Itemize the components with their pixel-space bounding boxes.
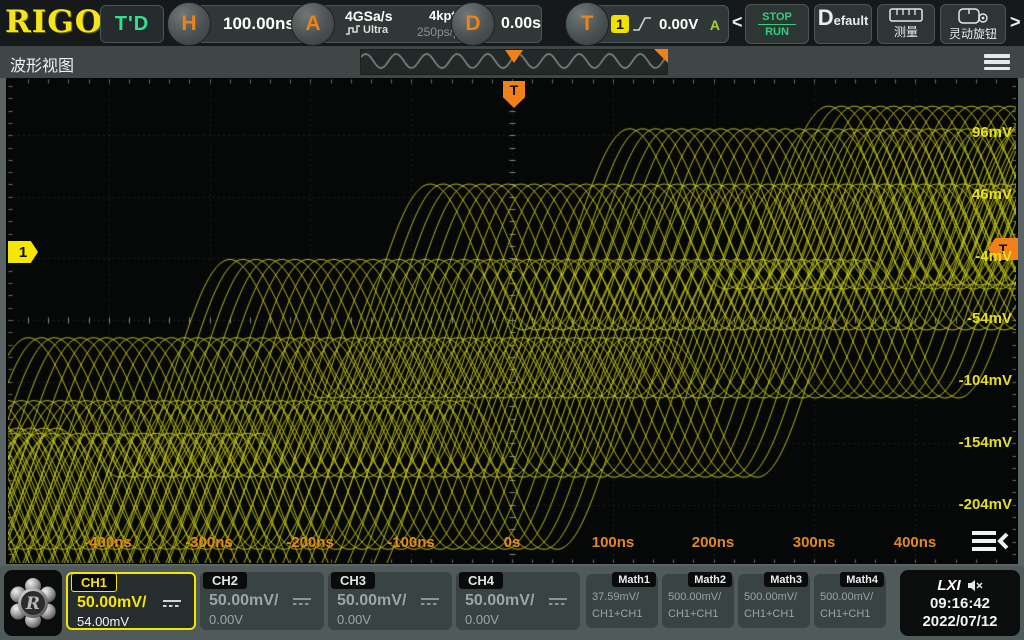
collapse-left-chevron[interactable]: < xyxy=(732,12,743,33)
v-label: -154mV xyxy=(959,434,1012,451)
bottom-status-bar: R CH1 50.00mV/ 54.00mV CH2 50.00mV/ 0.00… xyxy=(0,566,1024,640)
math2-expr: CH1+CH1 xyxy=(668,608,718,620)
menu-hamburger-icon[interactable] xyxy=(984,54,1010,70)
math1-tab[interactable]: Math1 xyxy=(612,572,656,587)
v-label: -4mV xyxy=(975,248,1012,265)
ch3-box[interactable]: CH3 50.00mV/ 0.00V xyxy=(328,572,452,630)
lxi-indicator: LXI xyxy=(937,577,960,594)
ch3-dc-coupling-icon xyxy=(420,596,440,606)
ch4-tab[interactable]: CH4 xyxy=(459,572,503,589)
v-label: -54mV xyxy=(967,310,1012,327)
rigol-gear-logo-button[interactable]: R xyxy=(4,570,62,636)
ch1-tab[interactable]: CH1 xyxy=(71,573,117,592)
ultra-label: Ultra xyxy=(363,24,388,36)
ch2-scale: 50.00mV/ xyxy=(209,592,278,610)
trigger-status-label: T'D xyxy=(115,13,149,36)
math3-tab[interactable]: Math3 xyxy=(764,572,808,587)
system-time: 09:16:42 xyxy=(900,595,1020,612)
t-label: 100ns xyxy=(592,534,635,551)
gear-logo-icon: R xyxy=(7,577,59,629)
oscilloscope-screen: RIGOL T'D 100.00ns/ H 4GSa/s 4kpts Ultra… xyxy=(0,0,1024,640)
trigger-knob[interactable]: T xyxy=(565,2,609,46)
math2-tab[interactable]: Math2 xyxy=(688,572,732,587)
ch1-dc-coupling-icon xyxy=(162,598,182,608)
ch3-tab[interactable]: CH3 xyxy=(331,572,375,589)
ch3-scale: 50.00mV/ xyxy=(337,592,406,610)
math1-scale: 37.59mV/ xyxy=(592,591,639,603)
default-button[interactable]: Default xyxy=(814,4,872,44)
measure-button[interactable]: 测量 xyxy=(877,4,935,44)
smart-knob-label: 灵动旋钮 xyxy=(949,25,997,42)
ultra-acquire-icon xyxy=(345,24,361,36)
trigger-mode-indicator: A xyxy=(710,17,720,33)
t-label: 300ns xyxy=(793,534,836,551)
t-label: 200ns xyxy=(692,534,735,551)
strip-right-wedge xyxy=(654,49,668,63)
math2-scale: 500.00mV/ xyxy=(668,591,721,603)
ch1-offset: 54.00mV xyxy=(77,614,129,629)
stop-label: STOP xyxy=(758,11,796,25)
math3-expr: CH1+CH1 xyxy=(744,608,794,620)
knob-gear-icon xyxy=(956,7,990,24)
v-label: 46mV xyxy=(972,186,1012,203)
plot-zone: T 1 T 96mV 46mV -4mV -54mV -104mV -154mV… xyxy=(0,78,1024,566)
waveform-canvas xyxy=(8,79,1016,563)
ch4-offset: 0.00V xyxy=(465,612,499,627)
smart-knob-button[interactable]: 灵动旋钮 xyxy=(940,4,1006,44)
waveform-view-bar: 波形视图 xyxy=(0,46,1024,78)
math3-scale: 500.00mV/ xyxy=(744,591,797,603)
ch4-box[interactable]: CH4 50.00mV/ 0.00V xyxy=(456,572,580,630)
trigger-slope-icon xyxy=(631,14,653,34)
v-label: -104mV xyxy=(959,372,1012,389)
delay-knob[interactable]: D xyxy=(451,2,495,46)
ch1-box[interactable]: CH1 50.00mV/ 54.00mV xyxy=(66,572,196,630)
ch3-offset: 0.00V xyxy=(337,612,371,627)
math2-box[interactable]: Math2 500.00mV/ CH1+CH1 xyxy=(662,574,734,628)
ch2-tab[interactable]: CH2 xyxy=(203,572,247,589)
trigger-level-value: 0.00V xyxy=(659,16,698,33)
svg-text:R: R xyxy=(25,594,40,614)
math4-expr: CH1+CH1 xyxy=(820,608,870,620)
t-label: 0s xyxy=(504,534,521,551)
run-stop-button[interactable]: STOP RUN xyxy=(745,4,809,44)
trigger-source-badge[interactable]: 1 xyxy=(611,15,629,33)
t-label: -200ns xyxy=(286,534,334,551)
acquire-knob[interactable]: A xyxy=(291,2,335,46)
ch2-offset: 0.00V xyxy=(209,612,243,627)
t-label: -100ns xyxy=(387,534,435,551)
ch2-dc-coupling-icon xyxy=(292,596,312,606)
math1-box[interactable]: Math1 37.59mV/ CH1+CH1 xyxy=(586,574,658,628)
speaker-muted-icon xyxy=(967,579,983,592)
math4-scale: 500.00mV/ xyxy=(820,591,873,603)
system-date: 2022/07/12 xyxy=(900,613,1020,630)
system-status-panel[interactable]: LXI 09:16:42 2022/07/12 xyxy=(900,570,1020,636)
trigger-position-triangle[interactable] xyxy=(505,50,523,63)
t-label: -400ns xyxy=(84,534,132,551)
ch4-scale: 50.00mV/ xyxy=(465,592,534,610)
ruler-icon xyxy=(889,8,923,22)
sample-rate-value: 4GSa/s xyxy=(345,8,392,24)
t-label: 400ns xyxy=(894,534,937,551)
default-rest: efault xyxy=(834,13,869,28)
ch1-scale: 50.00mV/ xyxy=(77,594,146,612)
v-label: -204mV xyxy=(959,496,1012,513)
view-title: 波形视图 xyxy=(10,52,74,76)
horizontal-knob[interactable]: H xyxy=(167,2,211,46)
t-label: -300ns xyxy=(185,534,233,551)
top-toolbar: RIGOL T'D 100.00ns/ H 4GSa/s 4kpts Ultra… xyxy=(0,0,1024,46)
default-initial: D xyxy=(818,5,834,31)
math3-box[interactable]: Math3 500.00mV/ CH1+CH1 xyxy=(738,574,810,628)
math1-expr: CH1+CH1 xyxy=(592,608,642,620)
math4-box[interactable]: Math4 500.00mV/ CH1+CH1 xyxy=(814,574,886,628)
measure-label: 测量 xyxy=(894,23,918,40)
menu-collapse-icon[interactable] xyxy=(970,528,1010,556)
ch2-box[interactable]: CH2 50.00mV/ 0.00V xyxy=(200,572,324,630)
expand-right-chevron[interactable]: > xyxy=(1010,12,1021,33)
math4-tab[interactable]: Math4 xyxy=(840,572,884,587)
ch4-dc-coupling-icon xyxy=(548,596,568,606)
waveform-display: T 1 T 96mV 46mV -4mV -54mV -104mV -154mV… xyxy=(6,78,1018,564)
v-label: 96mV xyxy=(972,124,1012,141)
trigger-status-indicator: T'D xyxy=(100,5,164,43)
run-label: RUN xyxy=(765,25,789,38)
